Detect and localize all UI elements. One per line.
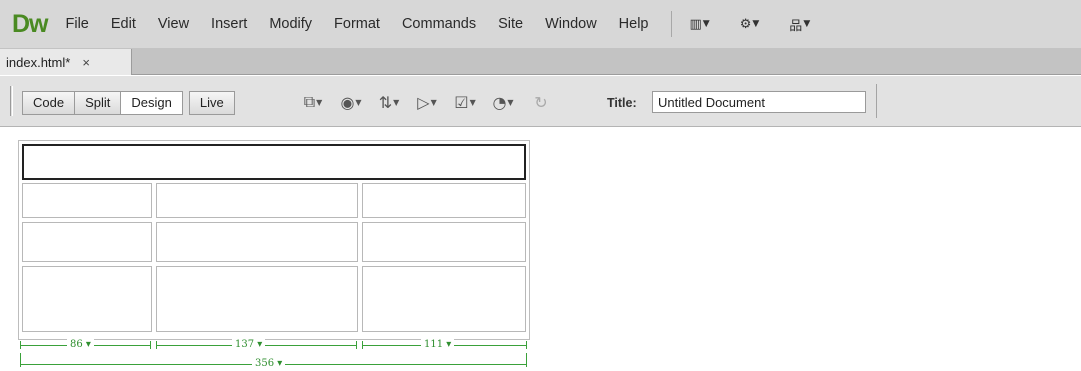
view-buttons: Code Split Design Live: [22, 91, 235, 115]
menu-bar: Dw File Edit View Insert Modify Format C…: [0, 0, 1081, 48]
table-cell[interactable]: [156, 183, 358, 218]
table-total-width: 356: [255, 358, 275, 369]
chevron-down-icon: ▼: [355, 97, 362, 107]
multiscreen-icon: ⧉: [303, 92, 316, 111]
width-tick: [150, 341, 151, 349]
design-canvas[interactable]: 86 ▾ 137 ▾ 111 ▾ 356 ▾: [0, 128, 1081, 371]
table-cell[interactable]: [156, 222, 358, 262]
refresh-icon: ↻: [534, 92, 548, 112]
table-cell[interactable]: [22, 266, 152, 332]
menu-edit[interactable]: Edit: [111, 16, 136, 32]
layout-icon: ▥: [689, 16, 702, 32]
menu-commands[interactable]: Commands: [402, 16, 476, 32]
toolbar-grip[interactable]: [10, 86, 13, 116]
preview-browser-button[interactable]: ◉ ▼: [334, 89, 368, 115]
column-1-width-label[interactable]: 86 ▾: [67, 339, 94, 351]
column-3-width-label[interactable]: 111 ▾: [421, 339, 455, 351]
menu-file[interactable]: File: [66, 16, 89, 32]
menu-insert[interactable]: Insert: [211, 16, 247, 32]
document-toolbar: Code Split Design Live ⧉ ▼ ◉ ▼ ⇅ ▼ ▷ ▼ ☑ ▼ ◔ ▼…: [0, 76, 1081, 127]
menu-window[interactable]: Window: [545, 16, 597, 32]
split-view-button[interactable]: Split: [74, 91, 122, 115]
title-label: Title:: [607, 96, 637, 110]
menu-separator: [670, 11, 672, 37]
chevron-down-icon: ▼: [469, 97, 476, 107]
menu-modify[interactable]: Modify: [269, 16, 312, 32]
browser-compat-icon: ◔: [492, 92, 507, 112]
validate-button[interactable]: ☑ ▼: [448, 89, 482, 115]
column-2-width-label[interactable]: 137 ▾: [232, 339, 266, 351]
chevron-down-icon: ▼: [752, 19, 760, 29]
site-dropdown[interactable]: 品 ▼: [789, 15, 810, 34]
menu-site[interactable]: Site: [498, 16, 523, 32]
validate-icon: ☑: [454, 92, 469, 112]
table-cell[interactable]: [22, 183, 152, 218]
table-cell[interactable]: [156, 266, 358, 332]
toolbar-icons: ⧉ ▼ ◉ ▼ ⇅ ▼ ▷ ▼ ☑ ▼ ◔ ▼ ↻: [296, 89, 562, 115]
chevron-down-icon: ▼: [393, 97, 400, 107]
close-icon[interactable]: ×: [82, 55, 90, 70]
preview-browser-icon: ◉: [340, 92, 355, 112]
chevron-down-icon: ▼: [803, 19, 811, 29]
table-cell[interactable]: [362, 183, 526, 218]
visual-aids-icon: ▷: [417, 92, 430, 112]
browser-compat-button[interactable]: ◔ ▼: [486, 89, 520, 115]
table-width-indicator: 86 ▾ 137 ▾ 111 ▾ 356 ▾: [18, 339, 530, 371]
column-1-width: 86: [70, 339, 83, 350]
extend-dropdown[interactable]: ⚙ ▼: [740, 17, 760, 32]
chevron-down-icon: ▼: [430, 97, 437, 107]
menu-help[interactable]: Help: [619, 16, 649, 32]
width-tick: [356, 341, 357, 349]
menu-format[interactable]: Format: [334, 16, 380, 32]
table-cell[interactable]: [22, 222, 152, 262]
table-total-width-label[interactable]: 356 ▾: [252, 358, 286, 370]
menu-view[interactable]: View: [158, 16, 189, 32]
visual-aids-button[interactable]: ▷ ▼: [410, 89, 444, 115]
toolbar-separator: [876, 84, 877, 118]
live-view-button[interactable]: Live: [188, 91, 235, 115]
chevron-down-icon: ▼: [507, 97, 514, 107]
document-tab[interactable]: index.html* ×: [0, 49, 132, 75]
refresh-button[interactable]: ↻: [524, 89, 558, 115]
document-tab-bar: index.html* ×: [0, 48, 1081, 75]
design-view-button[interactable]: Design: [120, 91, 183, 115]
dreamweaver-logo: Dw: [12, 9, 48, 38]
multiscreen-button[interactable]: ⧉ ▼: [296, 89, 330, 115]
layout-dropdown[interactable]: ▥ ▼: [690, 17, 710, 32]
gear-icon: ⚙: [739, 16, 752, 32]
document-tab-label: index.html*: [6, 54, 71, 70]
table-cell[interactable]: [362, 266, 526, 332]
table-cell-header[interactable]: [22, 144, 526, 180]
layout-table[interactable]: [18, 140, 530, 340]
file-management-icon: ⇅: [378, 92, 393, 112]
chevron-down-icon: ▼: [316, 97, 323, 107]
site-icon: 品: [789, 18, 803, 34]
column-2-width: 137: [235, 339, 255, 350]
title-input[interactable]: [652, 91, 866, 113]
file-management-button[interactable]: ⇅ ▼: [372, 89, 406, 115]
column-3-width: 111: [424, 339, 444, 350]
code-view-button[interactable]: Code: [22, 91, 76, 115]
table-cell[interactable]: [362, 222, 526, 262]
chevron-down-icon: ▼: [702, 19, 710, 29]
width-tick: [526, 353, 527, 367]
width-tick: [526, 341, 527, 349]
